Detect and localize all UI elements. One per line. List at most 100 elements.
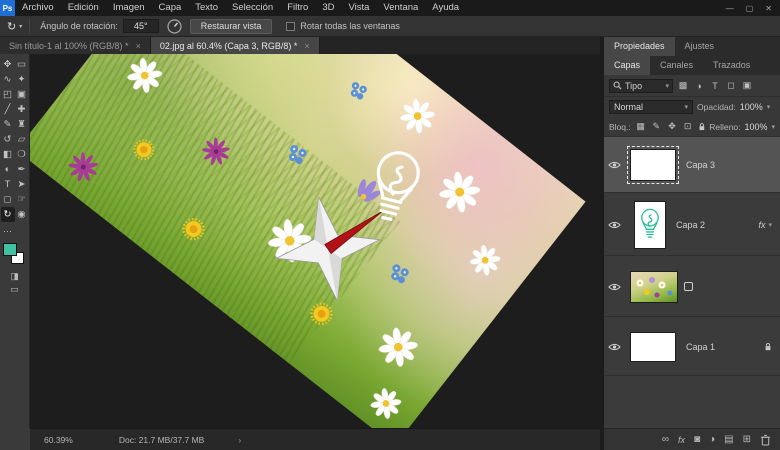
rotate-all-windows-option[interactable]: Rotar todas las ventanas: [286, 21, 400, 31]
link-layers-button[interactable]: ∞: [662, 434, 669, 445]
history-brush-tool[interactable]: ↺: [1, 132, 15, 147]
rotate-all-checkbox[interactable]: [286, 22, 295, 31]
visibility-eye-icon[interactable]: [604, 283, 624, 291]
menu-ayuda[interactable]: Ayuda: [425, 0, 466, 16]
panel-tabs-top: Propiedades Ajustes: [604, 37, 780, 56]
maximize-button[interactable]: ▢: [746, 4, 754, 13]
menu-imagen[interactable]: Imagen: [106, 0, 152, 16]
chevron-down-icon[interactable]: ▾: [768, 221, 772, 229]
tab-close-icon[interactable]: ×: [304, 41, 309, 51]
status-options-chevron[interactable]: ›: [238, 435, 241, 445]
tab-untitled-document[interactable]: Sin título-1 al 100% (RGB/8) * ×: [0, 37, 151, 54]
quick-mask-button[interactable]: ◨: [7, 271, 23, 282]
shape-tool[interactable]: ◻: [1, 192, 15, 207]
layer-row-capa1[interactable]: Capa 1: [604, 318, 780, 376]
menu-3d[interactable]: 3D: [315, 0, 341, 16]
minimize-button[interactable]: —: [726, 4, 734, 13]
layer-row-capa2[interactable]: Capa 2 fx ▾: [604, 194, 780, 256]
eraser-tool[interactable]: ▱: [15, 132, 29, 147]
menu-texto[interactable]: Texto: [188, 0, 225, 16]
filter-shape-layers-icon[interactable]: ◻: [725, 80, 737, 91]
close-button[interactable]: ✕: [765, 4, 772, 13]
menu-filtro[interactable]: Filtro: [280, 0, 315, 16]
canvas-area[interactable]: [30, 54, 602, 428]
quick-selection-tool[interactable]: ✦: [15, 72, 29, 87]
filter-type-layers-icon[interactable]: T: [709, 81, 721, 91]
rotate-view-tool[interactable]: ↻: [1, 207, 15, 222]
layer-group-button[interactable]: ▤: [724, 434, 733, 445]
layer-thumbnail[interactable]: [630, 332, 676, 362]
clone-stamp-tool[interactable]: ♜: [15, 117, 29, 132]
path-selection-tool[interactable]: ➤: [15, 177, 29, 192]
adjustment-layer-button[interactable]: ◑: [709, 434, 715, 445]
spot-healing-tool[interactable]: ✚: [15, 102, 29, 117]
eyedropper-tool[interactable]: ╱: [1, 102, 15, 117]
restore-view-button[interactable]: Restaurar vista: [190, 19, 273, 34]
delete-layer-button[interactable]: [760, 434, 771, 446]
tab-canales[interactable]: Canales: [650, 56, 703, 75]
blend-mode-select[interactable]: Normal ▾: [609, 100, 693, 114]
tab-trazados[interactable]: Trazados: [703, 56, 760, 75]
filter-smart-objects-icon[interactable]: ▣: [741, 80, 753, 91]
fill-value[interactable]: 100%: [744, 122, 767, 132]
rotate-view-tool-preset[interactable]: ↻ ▾: [0, 20, 29, 33]
frame-tool[interactable]: ▣: [15, 87, 29, 102]
lock-transparent-icon[interactable]: ▦: [635, 121, 647, 132]
layer-name[interactable]: Capa 3: [686, 160, 715, 170]
crop-tool[interactable]: ◰: [1, 87, 15, 102]
foreground-color-swatch[interactable]: [3, 243, 17, 256]
chevron-down-icon[interactable]: ▾: [767, 103, 771, 111]
rotation-compass-icon[interactable]: [167, 19, 182, 34]
layer-thumbnail[interactable]: [630, 271, 678, 303]
menu-vista[interactable]: Vista: [341, 0, 376, 16]
layer-list: Capa 3 Capa 2 fx ▾: [604, 137, 780, 428]
new-layer-button[interactable]: ⊞: [743, 434, 751, 445]
zoom-tool[interactable]: ◉: [15, 207, 29, 222]
tab-capas[interactable]: Capas: [604, 56, 650, 75]
dodge-tool[interactable]: ◐: [1, 162, 15, 177]
visibility-eye-icon[interactable]: [604, 221, 624, 229]
layer-thumbnail[interactable]: [630, 149, 676, 181]
filter-pixel-layers-icon[interactable]: ▩: [677, 80, 689, 91]
menu-capa[interactable]: Capa: [152, 0, 189, 16]
visibility-eye-icon[interactable]: [604, 161, 624, 169]
tab-02jpg-document[interactable]: 02.jpg al 60.4% (Capa 3, RGB/8) * ×: [151, 37, 320, 54]
tab-propiedades[interactable]: Propiedades: [604, 37, 675, 56]
gradient-tool[interactable]: ◧: [1, 147, 15, 162]
menu-archivo[interactable]: Archivo: [15, 0, 61, 16]
menu-edicion[interactable]: Edición: [61, 0, 106, 16]
pen-tool[interactable]: ✒: [15, 162, 29, 177]
layer-row-capa3[interactable]: Capa 3: [604, 137, 780, 193]
tab-close-icon[interactable]: ×: [136, 41, 141, 51]
filter-adjustment-layers-icon[interactable]: ◑: [693, 81, 705, 91]
lock-position-icon[interactable]: ✥: [666, 121, 678, 132]
move-tool[interactable]: ✥: [1, 57, 15, 72]
blur-tool[interactable]: ❍: [15, 147, 29, 162]
lasso-tool[interactable]: ∿: [1, 72, 15, 87]
edit-toolbar-button[interactable]: …: [1, 222, 15, 237]
layer-effects-badge[interactable]: fx: [758, 220, 765, 230]
layer-thumbnail[interactable]: [634, 201, 666, 249]
layer-filter-type-select[interactable]: Tipo ▾: [609, 79, 673, 93]
brush-tool[interactable]: ✎: [1, 117, 15, 132]
lock-all-icon[interactable]: [698, 122, 706, 132]
type-tool[interactable]: T: [1, 177, 15, 192]
lock-paint-icon[interactable]: ✎: [650, 121, 662, 132]
visibility-eye-icon[interactable]: [604, 343, 624, 351]
layer-style-button[interactable]: fx: [678, 435, 685, 445]
layer-name[interactable]: Capa 1: [686, 342, 715, 352]
layer-name[interactable]: Capa 2: [676, 220, 705, 230]
layer-row-photo[interactable]: [604, 257, 780, 317]
opacity-value[interactable]: 100%: [740, 102, 763, 112]
menu-ventana[interactable]: Ventana: [376, 0, 425, 16]
zoom-level-field[interactable]: 60.39%: [44, 435, 73, 445]
tab-ajustes[interactable]: Ajustes: [675, 37, 725, 56]
lock-artboard-icon[interactable]: ⊡: [682, 121, 694, 132]
hand-tool[interactable]: ☞: [15, 192, 29, 207]
layer-mask-button[interactable]: ◙: [694, 434, 700, 445]
menu-seleccion[interactable]: Selección: [225, 0, 280, 16]
screen-mode-button[interactable]: ▭: [7, 284, 23, 295]
rectangular-marquee-tool[interactable]: ▭: [15, 57, 29, 72]
rotation-angle-input[interactable]: [123, 19, 159, 33]
chevron-down-icon[interactable]: ▾: [772, 123, 776, 131]
